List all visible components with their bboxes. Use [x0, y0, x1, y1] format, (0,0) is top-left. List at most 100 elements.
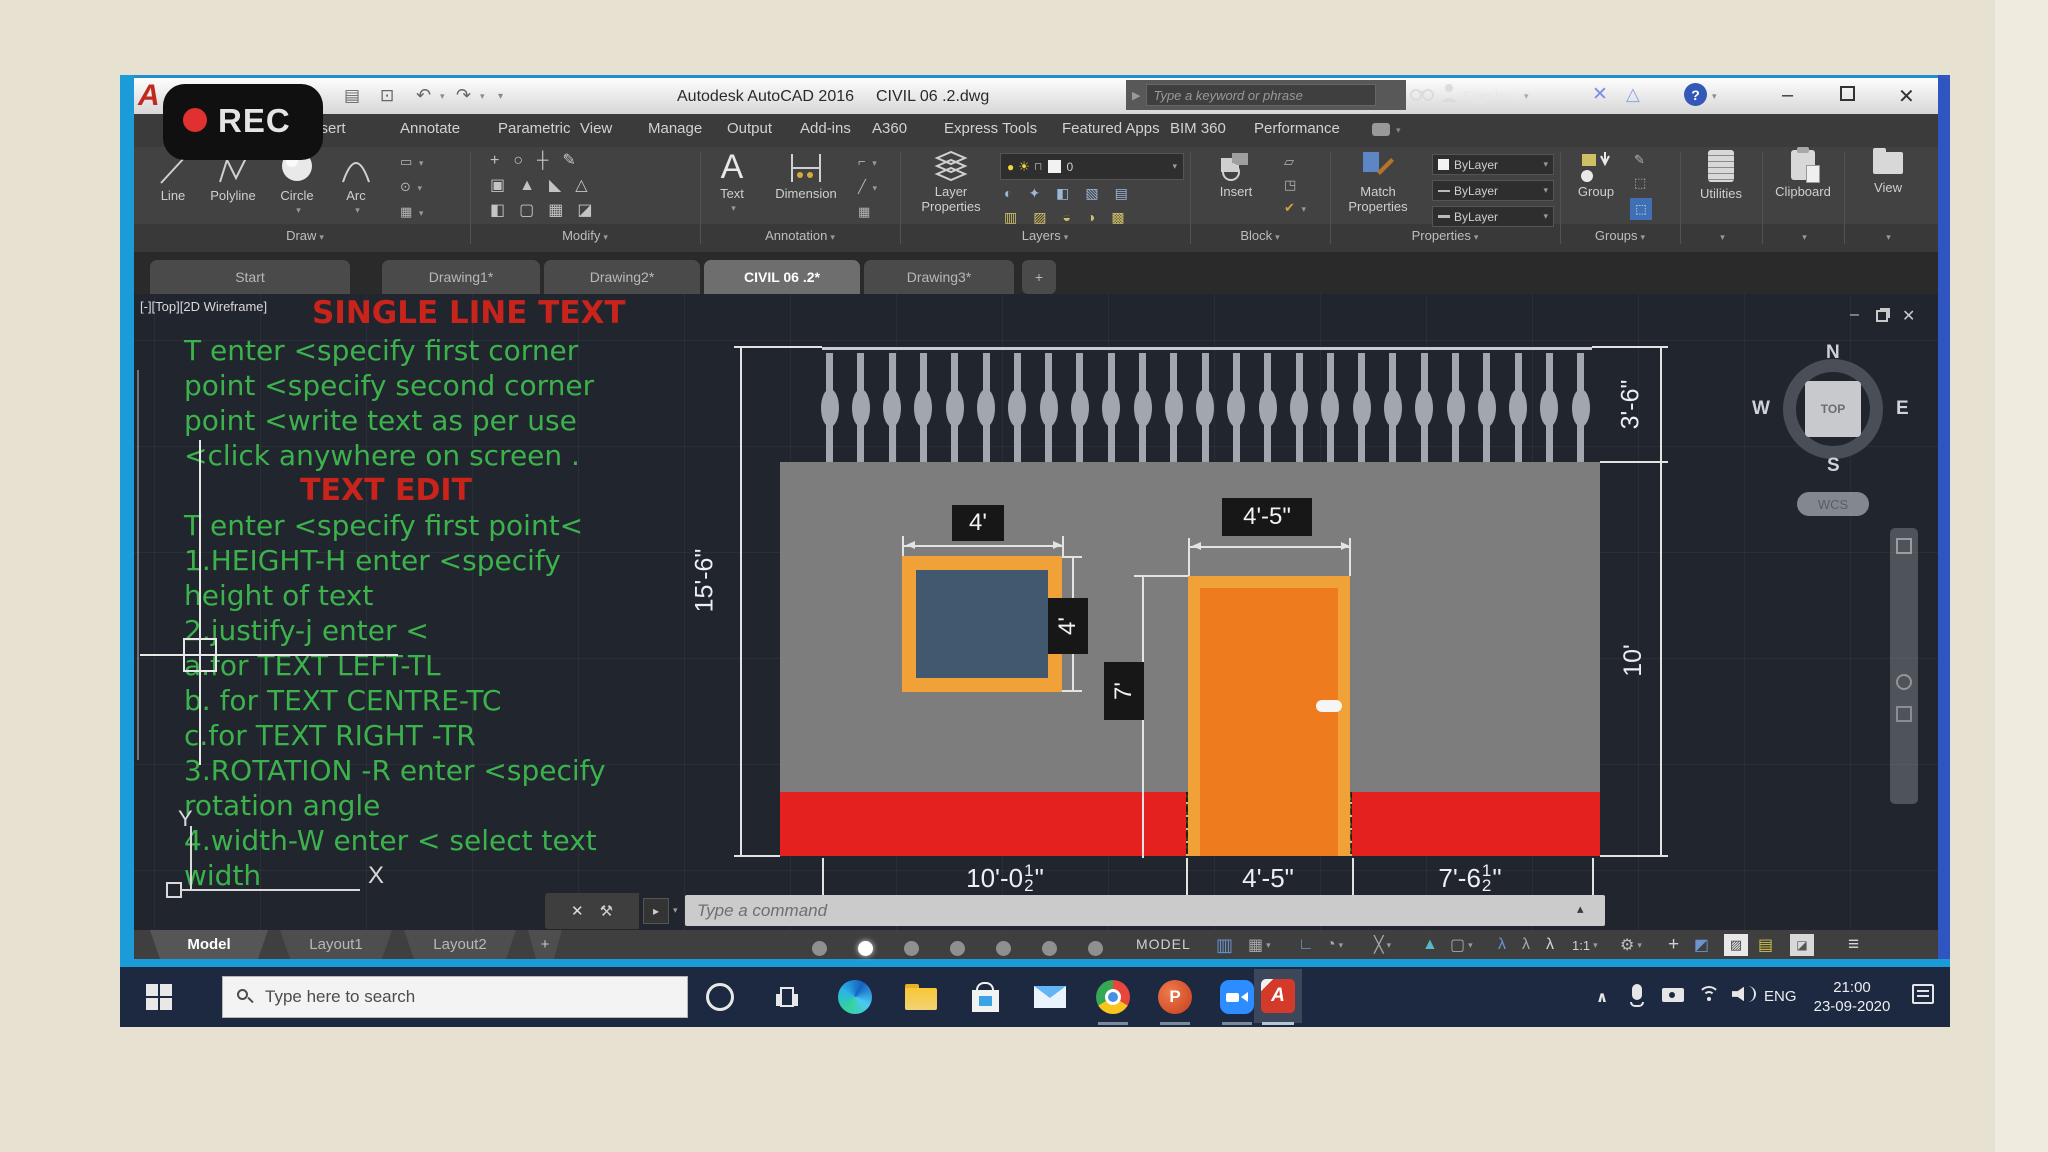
polar-tracking-icon[interactable]: ◔ ▾: [1326, 932, 1343, 958]
tab-layout2[interactable]: Layout2: [404, 930, 516, 959]
sign-in-label[interactable]: Sign In: [1463, 88, 1507, 104]
command-history-caret-icon[interactable]: ▴: [1577, 901, 1584, 917]
text-tool[interactable]: A Text ▾: [706, 148, 758, 216]
modify-panel-label[interactable]: Modify ▾: [470, 228, 700, 250]
clipboard-panel-caret[interactable]: ▾: [1762, 228, 1844, 250]
layer-on-bulb-icon[interactable]: ●: [1007, 160, 1014, 174]
circle-dropdown-icon[interactable]: ▾: [296, 203, 301, 218]
tab-model[interactable]: Model: [150, 930, 268, 959]
dimension-tool[interactable]: Dimension: [762, 150, 850, 201]
annotation-visibility-icon[interactable]: λ: [1498, 932, 1506, 958]
zoom-app-icon[interactable]: [1220, 980, 1254, 1014]
workspace-gear-icon[interactable]: ⚙ ▾: [1620, 932, 1642, 958]
undo-dropdown-icon[interactable]: ▾: [440, 91, 445, 102]
command-wrench-icon[interactable]: ⚒: [600, 902, 613, 920]
camera-icon[interactable]: [1662, 988, 1684, 1002]
cortana-icon[interactable]: [706, 983, 734, 1011]
hardware-accel-icon[interactable]: ▨: [1724, 934, 1748, 956]
a360-icon[interactable]: △: [1626, 84, 1640, 105]
menu-view[interactable]: View: [580, 120, 612, 137]
ortho-icon[interactable]: ∟: [1298, 932, 1314, 958]
linetype-control[interactable]: ByLayer ▾: [1432, 180, 1554, 201]
record-camera-icon[interactable]: [1372, 123, 1390, 136]
viewport-minimize-icon[interactable]: –: [1850, 306, 1859, 324]
autocad-taskbar-icon[interactable]: A: [1261, 979, 1295, 1013]
utilities-panel-caret[interactable]: ▾: [1680, 228, 1762, 250]
grid-icon[interactable]: ▥: [1216, 932, 1233, 958]
save-icon[interactable]: ▤: [344, 86, 360, 106]
mail-icon[interactable]: [1034, 986, 1066, 1008]
view-panel-caret[interactable]: ▾: [1844, 228, 1930, 250]
group-button[interactable]: Group: [1568, 150, 1624, 199]
arc-tool[interactable]: Arc ▾: [332, 152, 380, 218]
menu-performance[interactable]: Performance: [1254, 120, 1340, 137]
modify-tools-grid[interactable]: +○┼✎ ▣▲◣△ ◧▢▦◪: [490, 148, 606, 223]
help-icon[interactable]: ?: [1684, 83, 1707, 106]
annotation-extra-tools[interactable]: ⌐ ▾ ╱ ▾ ▦: [858, 150, 877, 223]
lineweight-control[interactable]: ByLayer ▾: [1432, 206, 1554, 227]
tab-civil06-active[interactable]: CIVIL 06 .2*: [704, 260, 860, 294]
print-icon[interactable]: ⊡: [380, 86, 394, 106]
exchange-apps-icon[interactable]: ✕: [1592, 83, 1608, 106]
layer-select[interactable]: ● ☀ ⊓ 0 ▾: [1000, 153, 1184, 180]
view-button[interactable]: View: [1850, 148, 1926, 195]
qat-dropdown-icon[interactable]: ▾: [498, 91, 503, 102]
arc-dropdown-icon[interactable]: ▾: [355, 203, 360, 218]
binoculars-search-icon[interactable]: [1410, 84, 1434, 101]
groups-panel-label[interactable]: Groups ▾: [1560, 228, 1680, 250]
command-bar-grip[interactable]: ✕ ⚒: [545, 893, 639, 929]
utilities-button[interactable]: Utilities: [1688, 150, 1754, 201]
autocad-logo-icon[interactable]: A: [138, 79, 160, 113]
command-input[interactable]: [685, 895, 1605, 926]
start-button[interactable]: [146, 984, 172, 1010]
redo-icon[interactable]: ↷: [456, 85, 471, 106]
menu-a360[interactable]: A360: [872, 120, 907, 137]
tab-start[interactable]: Start: [150, 260, 350, 294]
minimize-button[interactable]: –: [1782, 84, 1793, 107]
draw-panel-label[interactable]: Draw ▾: [140, 228, 470, 250]
command-recent-caret-icon[interactable]: ▾: [673, 905, 678, 916]
menu-bim360[interactable]: BIM 360: [1170, 120, 1226, 137]
viewcube-south[interactable]: S: [1827, 455, 1840, 477]
file-explorer-icon[interactable]: [905, 984, 937, 1010]
object-snap-icon[interactable]: ▲: [1422, 932, 1438, 958]
clock[interactable]: 21:00 23-09-2020: [1804, 978, 1900, 1016]
match-properties-button[interactable]: Match Properties: [1340, 150, 1416, 214]
insert-block-button[interactable]: Insert: [1206, 150, 1266, 199]
signin-dropdown-icon[interactable]: ▾: [1524, 91, 1529, 102]
layer-properties-button[interactable]: Layer Properties: [912, 150, 990, 214]
store-icon[interactable]: [972, 982, 1000, 1012]
help-search-input[interactable]: [1146, 84, 1377, 106]
graphics-perf-icon[interactable]: ▤: [1758, 932, 1773, 958]
autoscale-icon[interactable]: λ: [1522, 932, 1530, 958]
pan-icon[interactable]: [1896, 538, 1912, 554]
layer-tools-row-2[interactable]: ▥▨◒◑▩: [1004, 206, 1141, 229]
navigation-bar[interactable]: [1890, 528, 1918, 804]
viewport-close-icon[interactable]: ✕: [1902, 306, 1915, 326]
menu-manage[interactable]: Manage: [648, 120, 702, 137]
viewcube-top-face[interactable]: TOP: [1805, 381, 1861, 437]
powerpoint-icon[interactable]: P: [1158, 980, 1192, 1014]
taskbar-search-input[interactable]: [265, 979, 687, 1015]
wcs-menu[interactable]: WCS: [1797, 492, 1869, 516]
tab-drawing2[interactable]: Drawing2*: [544, 260, 700, 294]
draw-extra-tools[interactable]: ▭ ▾ ⊙ ▾ ▦ ▾: [400, 150, 423, 225]
customize-icon[interactable]: ≡: [1848, 932, 1859, 958]
isolate-objects-icon[interactable]: ◩: [1694, 932, 1709, 958]
color-control[interactable]: ByLayer ▾: [1432, 154, 1554, 175]
chrome-icon[interactable]: [1096, 980, 1130, 1014]
layer-lock-icon[interactable]: ⊓: [1034, 160, 1043, 173]
layer-sun-icon[interactable]: ☀: [1018, 159, 1030, 175]
undo-icon[interactable]: ↶: [416, 85, 431, 106]
text-dropdown-icon[interactable]: ▾: [731, 201, 736, 216]
layers-panel-label[interactable]: Layers ▾: [900, 228, 1190, 250]
dynamic-input-icon[interactable]: ▢ ▾: [1450, 932, 1473, 958]
viewcube-east[interactable]: E: [1896, 398, 1909, 420]
annotation-monitor-icon[interactable]: λ: [1546, 932, 1554, 958]
block-panel-label[interactable]: Block ▾: [1190, 228, 1330, 250]
snap-icon[interactable]: ▦ ▾: [1248, 932, 1271, 958]
tray-chevron-icon[interactable]: ∧: [1596, 988, 1608, 1006]
microphone-icon[interactable]: [1632, 984, 1642, 1000]
help-dropdown-icon[interactable]: ▾: [1712, 91, 1717, 102]
zoom-extents-icon[interactable]: [1896, 706, 1912, 722]
